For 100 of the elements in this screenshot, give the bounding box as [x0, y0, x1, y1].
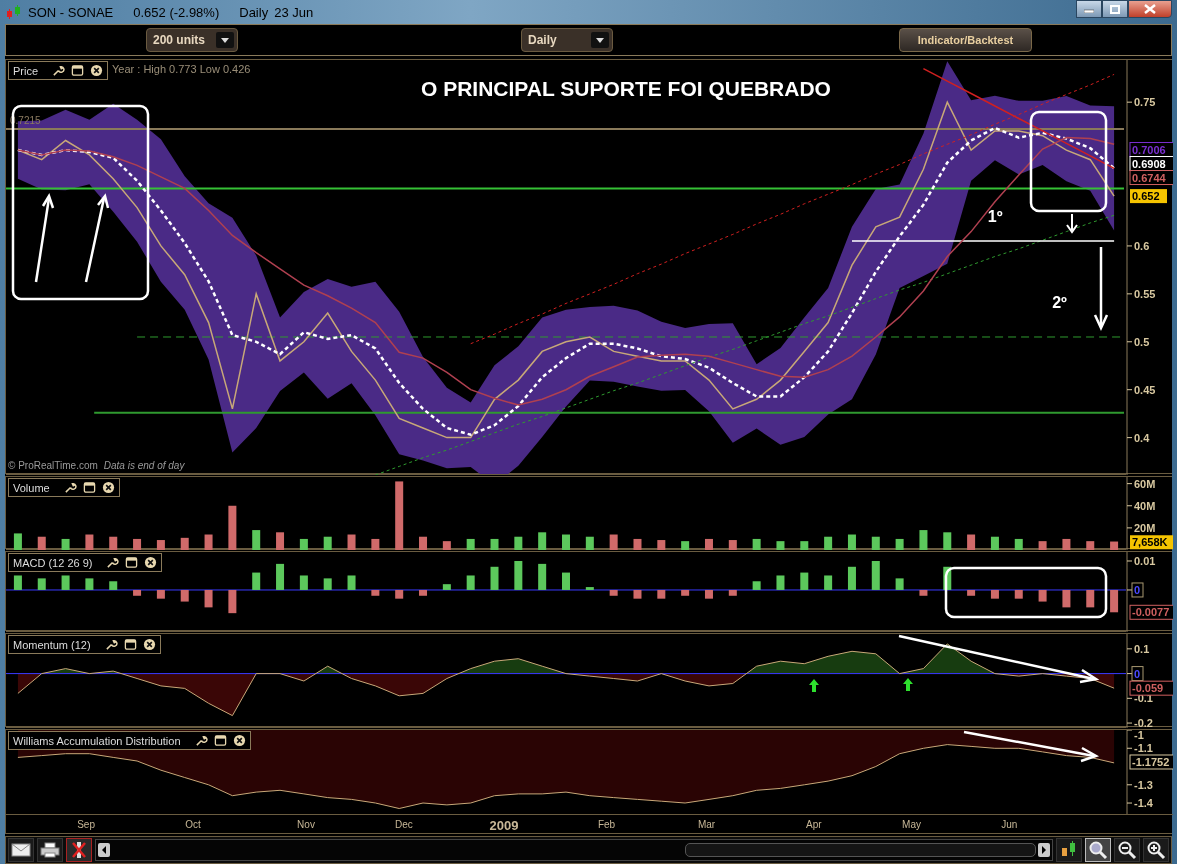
- indicator-backtest-button[interactable]: Indicator/Backtest: [899, 28, 1032, 52]
- volume-bar: [633, 538, 642, 550]
- axis-tick-label: 0.45: [1134, 383, 1156, 396]
- time-axis-label: Jun: [1001, 819, 1018, 830]
- volume-bar: [824, 536, 833, 550]
- magnifier-icon: [1088, 840, 1108, 860]
- macd-bar: [37, 578, 46, 590]
- close-icon[interactable]: [144, 556, 158, 569]
- volume-bar: [871, 536, 880, 550]
- volume-bar: [943, 532, 952, 550]
- window-icon[interactable]: [125, 556, 139, 569]
- time-axis-label: Feb: [597, 819, 616, 830]
- macd-bar: [752, 581, 761, 590]
- close-icon[interactable]: [101, 481, 115, 494]
- macd-bar: [657, 589, 666, 599]
- macd-bar: [228, 589, 237, 614]
- volume-bar: [252, 530, 261, 550]
- macd-bar: [824, 575, 833, 590]
- volume-bar: [204, 534, 213, 550]
- scrollbar-thumb[interactable]: [684, 843, 1036, 857]
- panel-title: Momentum (12): [13, 638, 91, 651]
- window-title: SON - SONAE: [28, 4, 114, 20]
- close-button[interactable]: [1128, 0, 1172, 18]
- volume-bar: [847, 534, 856, 550]
- crossed-plug-icon: [71, 840, 87, 860]
- macd-bar: [204, 589, 213, 608]
- period-text: Daily: [239, 4, 269, 20]
- axis-tick-label: 20M: [1134, 521, 1156, 534]
- email-button[interactable]: [8, 838, 34, 862]
- close-icon[interactable]: [232, 734, 246, 747]
- macd-bar: [990, 589, 999, 599]
- envelope-icon: [11, 843, 31, 857]
- data-note-text: Data is end of day: [103, 460, 185, 471]
- volume-bar: [276, 532, 285, 550]
- maximize-button[interactable]: [1102, 0, 1128, 18]
- zoom-in-button[interactable]: [1143, 838, 1169, 862]
- period-dropdown[interactable]: Daily: [521, 28, 613, 52]
- window-icon[interactable]: [213, 734, 227, 747]
- volume-bar: [37, 536, 46, 550]
- wrench-icon[interactable]: [106, 556, 120, 569]
- wrench-icon[interactable]: [63, 481, 77, 494]
- wrench-icon[interactable]: [194, 734, 208, 747]
- zoom-out-button[interactable]: [1114, 838, 1140, 862]
- macd-bar: [109, 581, 118, 590]
- macd-bar: [800, 572, 809, 590]
- chart-type-button[interactable]: [1056, 838, 1082, 862]
- macd-bar: [1014, 589, 1023, 599]
- volume-bar: [490, 538, 499, 550]
- macd-bar: [1062, 589, 1071, 608]
- volume-bar: [347, 534, 356, 550]
- axis-tick-label: -0.2: [1134, 717, 1153, 728]
- close-icon[interactable]: [142, 638, 156, 651]
- volume-bar: [156, 540, 165, 550]
- macd-bar: [943, 566, 952, 590]
- volume-bar: [967, 534, 976, 550]
- wrench-icon[interactable]: [52, 64, 66, 77]
- minimize-button[interactable]: [1076, 0, 1102, 18]
- window-icon[interactable]: [71, 64, 85, 77]
- macd-bar: [871, 561, 880, 590]
- volume-bar: [1110, 541, 1119, 550]
- macd-bar: [1038, 589, 1047, 602]
- macd-bar: [681, 589, 690, 596]
- volume-bar: [728, 540, 737, 550]
- window-icon[interactable]: [123, 638, 137, 651]
- credit-text: © ProRealTime.com: [8, 460, 98, 471]
- axis-tick-label: 0.55: [1134, 287, 1156, 300]
- macd-bar: [419, 589, 427, 596]
- close-icon[interactable]: [90, 64, 104, 77]
- volume-bar: [895, 538, 904, 550]
- macd-bar: [585, 587, 594, 590]
- scrollbar[interactable]: [95, 839, 1053, 861]
- volume-bar: [562, 534, 570, 550]
- window-icon[interactable]: [82, 481, 96, 494]
- axis-tick-label: 0.6: [1134, 239, 1150, 252]
- axis-tick-label: 60M: [1134, 477, 1156, 490]
- time-axis-label: Apr: [806, 819, 822, 830]
- value-label: -0.059: [1129, 680, 1173, 696]
- units-dropdown[interactable]: 200 units: [146, 28, 238, 52]
- macd-bar: [61, 575, 70, 590]
- zoom-fit-button[interactable]: [1085, 838, 1111, 862]
- value-label: 0.6908: [1129, 156, 1173, 171]
- time-axis-label: Nov: [297, 819, 315, 830]
- volume-bar: [13, 533, 22, 550]
- time-axis-label: Sep: [77, 819, 95, 830]
- volume-bar: [180, 537, 189, 550]
- axis-tick-label: 40M: [1134, 499, 1156, 512]
- macd-bar: [514, 561, 523, 590]
- print-button[interactable]: [37, 838, 63, 862]
- note-text: 2º: [1052, 294, 1067, 312]
- disconnect-button[interactable]: [66, 838, 92, 862]
- time-axis-label: Dec: [395, 819, 413, 830]
- macd-bar: [1086, 589, 1095, 608]
- axis-tick-label: -1.1: [1134, 742, 1153, 755]
- macd-bar: [967, 589, 976, 596]
- panel-title: Price: [13, 64, 39, 77]
- volume-bar: [109, 536, 118, 550]
- wrench-icon[interactable]: [104, 638, 118, 651]
- macd-bar: [1110, 589, 1119, 613]
- close-icon: [1144, 4, 1156, 14]
- macd-bar: [776, 575, 785, 590]
